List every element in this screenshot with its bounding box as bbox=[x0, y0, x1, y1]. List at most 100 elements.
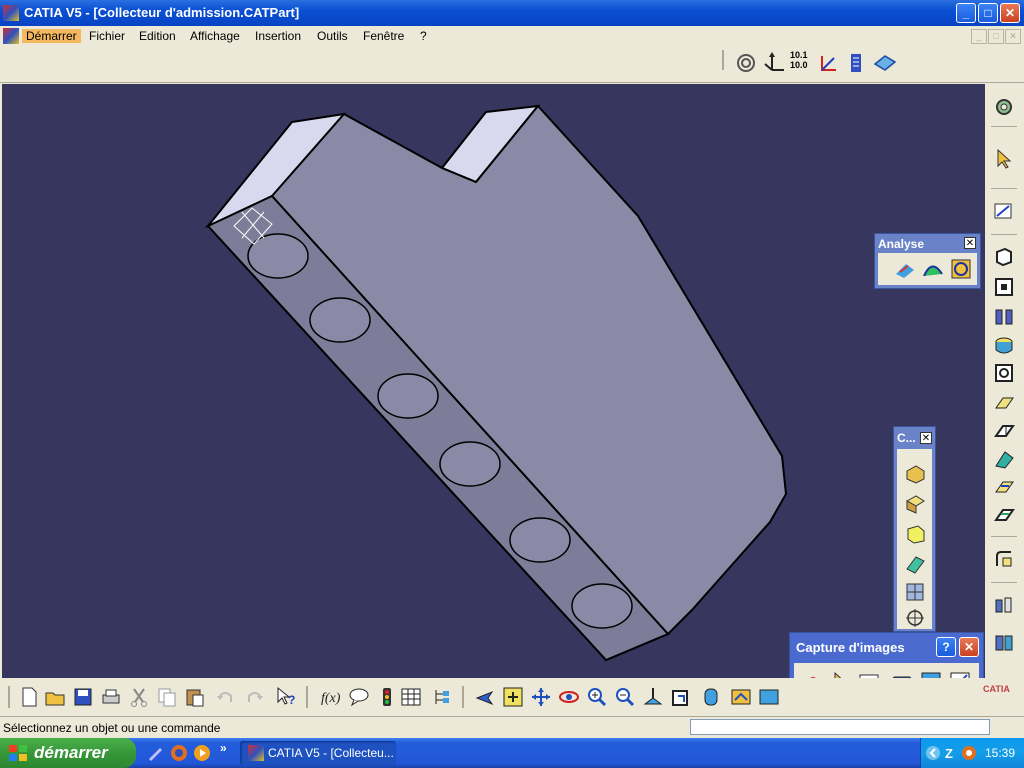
analyse-toolbar[interactable]: Analyse ✕ bbox=[874, 233, 981, 289]
formula-icon[interactable]: f(x) bbox=[320, 686, 342, 708]
shaft-icon[interactable] bbox=[993, 306, 1015, 328]
open-folder-icon[interactable] bbox=[44, 686, 66, 708]
quicklaunch-chevron[interactable]: » bbox=[220, 741, 227, 755]
pattern-icon[interactable] bbox=[904, 581, 926, 603]
swap-visible-space-icon[interactable] bbox=[758, 686, 780, 708]
clock: 15:39 bbox=[985, 746, 1016, 760]
tray-security-icon[interactable] bbox=[961, 745, 977, 761]
redo-icon[interactable] bbox=[244, 686, 266, 708]
menu-outils[interactable]: Outils bbox=[317, 29, 348, 43]
rotate-icon[interactable] bbox=[558, 686, 580, 708]
sketcher-icon[interactable] bbox=[993, 200, 1015, 222]
menu-affichage[interactable]: Affichage bbox=[190, 29, 240, 43]
menu-demarrer[interactable]: Démarrer bbox=[22, 29, 81, 43]
mapping-icon[interactable] bbox=[950, 258, 972, 280]
taskbar-catia-window[interactable]: CATIA V5 - [Collecteu... bbox=[240, 741, 396, 765]
spiral-icon[interactable] bbox=[735, 52, 757, 74]
compass-icon[interactable] bbox=[818, 52, 840, 74]
c-toolbar-close-button[interactable]: ✕ bbox=[920, 432, 932, 444]
new-file-icon[interactable] bbox=[18, 686, 40, 708]
loft-icon[interactable] bbox=[993, 476, 1015, 498]
rib-icon[interactable] bbox=[993, 392, 1015, 414]
capture-help-button[interactable]: ? bbox=[936, 637, 956, 657]
curvature-analysis-icon[interactable] bbox=[922, 258, 944, 280]
traffic-light-icon[interactable] bbox=[376, 686, 398, 708]
remove-loft-icon[interactable] bbox=[993, 504, 1015, 526]
quick-view-icon[interactable] bbox=[670, 686, 692, 708]
menu-insertion[interactable]: Insertion bbox=[255, 29, 301, 43]
transformation-icon[interactable] bbox=[993, 594, 1015, 616]
start-button[interactable]: démarrer bbox=[0, 738, 136, 768]
tree-icon[interactable] bbox=[430, 686, 452, 708]
extrude-icon[interactable] bbox=[904, 523, 926, 545]
analyse-close-button[interactable]: ✕ bbox=[964, 237, 976, 249]
hole-icon[interactable] bbox=[993, 334, 1015, 356]
slot-icon[interactable] bbox=[993, 420, 1015, 442]
stiffener-icon[interactable] bbox=[993, 448, 1015, 470]
pad-tool-icon[interactable] bbox=[993, 246, 1015, 268]
sketch-plane-icon[interactable] bbox=[873, 52, 897, 74]
quicklaunch-brush-icon[interactable] bbox=[146, 744, 164, 762]
command-input[interactable] bbox=[690, 719, 990, 735]
normal-view-icon[interactable] bbox=[642, 686, 664, 708]
toolbar-grip[interactable] bbox=[722, 50, 724, 70]
list-icon[interactable] bbox=[848, 52, 866, 74]
menu-fenetre[interactable]: Fenêtre bbox=[363, 29, 404, 43]
maximize-button[interactable]: □ bbox=[978, 3, 998, 23]
select-arrow-icon[interactable] bbox=[993, 148, 1015, 170]
groove-icon[interactable] bbox=[993, 362, 1015, 384]
doc-restore-button[interactable]: □ bbox=[988, 29, 1004, 44]
box-icon[interactable] bbox=[904, 493, 926, 515]
undo-icon[interactable] bbox=[214, 686, 236, 708]
document-icon[interactable] bbox=[3, 28, 19, 44]
comment-icon[interactable] bbox=[348, 686, 370, 708]
cut-icon[interactable] bbox=[128, 686, 150, 708]
system-tray: Z 15:39 bbox=[920, 738, 1024, 768]
view-mode-icon[interactable] bbox=[700, 686, 722, 708]
pan-icon[interactable] bbox=[530, 686, 552, 708]
intake-manifold-part[interactable] bbox=[2, 84, 985, 678]
axis-system-icon[interactable] bbox=[762, 50, 786, 74]
pocket-icon[interactable] bbox=[993, 276, 1015, 298]
copy-icon[interactable] bbox=[156, 686, 178, 708]
print-icon[interactable] bbox=[100, 686, 122, 708]
menu-help[interactable]: ? bbox=[420, 29, 427, 43]
units-icon[interactable]: 10.1 10.0 bbox=[790, 50, 812, 70]
pad-icon[interactable] bbox=[904, 463, 926, 485]
target-icon[interactable] bbox=[904, 607, 926, 629]
shell-icon[interactable] bbox=[904, 553, 926, 575]
paste-icon[interactable] bbox=[184, 686, 206, 708]
doc-minimize-button[interactable]: _ bbox=[971, 29, 987, 44]
gear-icon[interactable] bbox=[993, 96, 1015, 118]
zonealarm-icon[interactable]: Z bbox=[943, 745, 959, 761]
menu-edition[interactable]: Edition bbox=[139, 29, 176, 43]
boolean-icon[interactable] bbox=[993, 632, 1015, 654]
status-message: Sélectionnez un objet ou une commande bbox=[3, 721, 221, 735]
c-toolbar-title: C... bbox=[897, 431, 916, 445]
close-button[interactable]: ✕ bbox=[1000, 3, 1020, 23]
doc-close-button[interactable]: ✕ bbox=[1005, 29, 1021, 44]
media-player-icon[interactable] bbox=[193, 744, 211, 762]
svg-text:Z: Z bbox=[945, 746, 953, 761]
tray-arrow-icon[interactable] bbox=[925, 745, 941, 761]
zoom-in-icon[interactable] bbox=[586, 686, 608, 708]
window-title-bar[interactable]: CATIA V5 - [Collecteur d'admission.CATPa… bbox=[0, 0, 1024, 26]
draft-analysis-icon[interactable] bbox=[894, 258, 916, 280]
capture-close-button[interactable]: ✕ bbox=[959, 637, 979, 657]
fly-mode-icon[interactable] bbox=[474, 686, 496, 708]
menu-fichier[interactable]: Fichier bbox=[89, 29, 125, 43]
catia-app-icon[interactable] bbox=[3, 5, 19, 21]
table-icon[interactable] bbox=[400, 686, 422, 708]
fit-all-icon[interactable] bbox=[502, 686, 524, 708]
analyse-title: Analyse bbox=[878, 237, 925, 251]
firefox-icon[interactable] bbox=[170, 744, 188, 762]
minimize-button[interactable]: _ bbox=[956, 3, 976, 23]
whats-this-icon[interactable]: ? bbox=[274, 686, 296, 708]
status-bar: Sélectionnez un objet ou une commande bbox=[0, 716, 1024, 739]
c-toolbar[interactable]: C... ✕ bbox=[893, 426, 936, 632]
save-icon[interactable] bbox=[72, 686, 94, 708]
fillet-icon[interactable] bbox=[993, 548, 1015, 570]
3d-viewport[interactable] bbox=[2, 84, 985, 678]
hide-show-icon[interactable] bbox=[730, 686, 752, 708]
zoom-out-icon[interactable] bbox=[614, 686, 636, 708]
